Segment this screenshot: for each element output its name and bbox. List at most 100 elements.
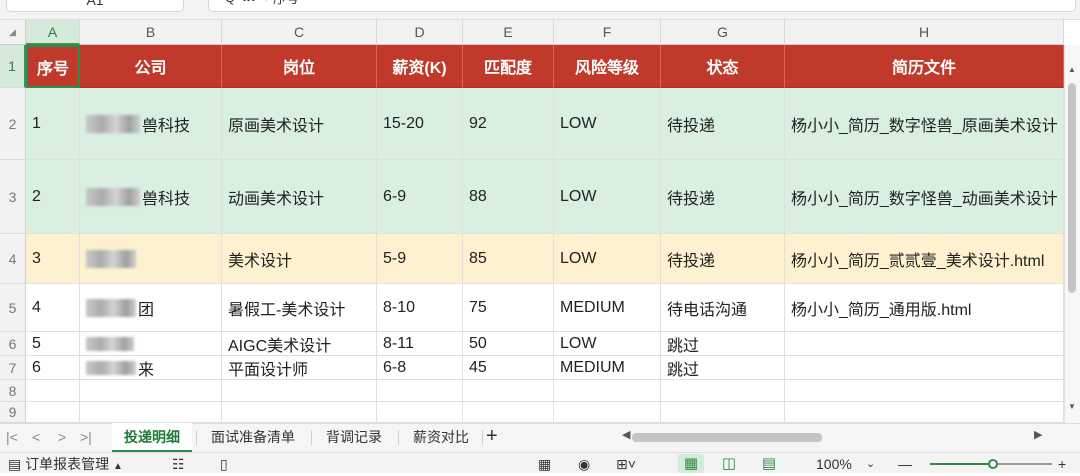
zoom-slider-knob[interactable]	[988, 459, 998, 469]
add-sheet-button[interactable]: +	[486, 425, 498, 448]
column-header-d[interactable]: D	[377, 20, 463, 45]
horizontal-scroll-thumb[interactable]	[632, 433, 822, 442]
table-cell-match[interactable]: 88	[463, 160, 554, 234]
column-header-b[interactable]: B	[80, 20, 222, 45]
table-cell-status[interactable]: 待投递	[661, 234, 785, 284]
table-cell-match[interactable]: 85	[463, 234, 554, 284]
calculator-icon[interactable]: ▦	[538, 455, 551, 473]
tab-面试准备清单[interactable]: 面试准备清单	[200, 423, 306, 452]
table-cell-salary[interactable]: 5-9	[377, 234, 463, 284]
formula-value[interactable]: 序号	[273, 0, 299, 7]
first-sheet-icon[interactable]: |<	[6, 429, 18, 445]
fx-icon[interactable]: fx	[243, 0, 255, 4]
zoom-icon[interactable]: Q	[225, 0, 235, 5]
empty-cell[interactable]	[222, 402, 377, 423]
table-cell-id[interactable]: 5	[26, 332, 80, 356]
table-cell-match[interactable]: 50	[463, 332, 554, 356]
hscroll-right-icon[interactable]: ▶	[1034, 428, 1042, 441]
table-cell-status[interactable]: 待投递	[661, 88, 785, 160]
zoom-out-button[interactable]: —	[898, 455, 912, 473]
column-header-c[interactable]: C	[222, 20, 377, 45]
chevron-down-icon[interactable]: ⌄	[1055, 0, 1065, 3]
table-cell-salary[interactable]: 8-10	[377, 284, 463, 332]
column-header-f[interactable]: F	[554, 20, 661, 45]
scroll-down-icon[interactable]: ▼	[1068, 402, 1076, 411]
table-cell-match[interactable]: 92	[463, 88, 554, 160]
vertical-scroll-thumb[interactable]	[1068, 83, 1076, 293]
tab-投递明细[interactable]: 投递明细	[112, 423, 192, 452]
next-sheet-icon[interactable]: >	[58, 429, 66, 445]
empty-cell[interactable]	[554, 380, 661, 402]
hscroll-left-icon[interactable]: ◀	[622, 428, 630, 441]
table-cell-match[interactable]: 45	[463, 356, 554, 380]
table-cell-resume[interactable]	[785, 332, 1064, 356]
table-cell-company[interactable]: 兽科技	[80, 160, 222, 234]
column-header-h[interactable]: H	[785, 20, 1064, 45]
table-cell-id[interactable]: 1	[26, 88, 80, 160]
table-cell-company[interactable]	[80, 332, 222, 356]
table-cell-position[interactable]: 动画美术设计	[222, 160, 377, 234]
table-cell-risk[interactable]: MEDIUM	[554, 284, 661, 332]
header-cell-match[interactable]: 匹配度	[463, 45, 554, 88]
table-cell-status[interactable]: 跳过	[661, 356, 785, 380]
empty-cell[interactable]	[785, 380, 1064, 402]
row-header-5[interactable]: 5	[0, 284, 26, 332]
header-cell-salary[interactable]: 薪资(K)	[377, 45, 463, 88]
column-header-g[interactable]: G	[661, 20, 785, 45]
empty-cell[interactable]	[785, 402, 1064, 423]
freeze-panes-icon[interactable]: ⊞˅	[616, 455, 636, 473]
empty-cell[interactable]	[463, 380, 554, 402]
page-break-view-button[interactable]: ▤	[756, 454, 782, 473]
prev-sheet-icon[interactable]: <	[32, 429, 40, 445]
empty-cell[interactable]	[222, 380, 377, 402]
tab-背调记录[interactable]: 背调记录	[314, 423, 394, 452]
table-cell-company[interactable]	[80, 234, 222, 284]
table-cell-id[interactable]: 3	[26, 234, 80, 284]
row-header-1[interactable]: 1	[0, 45, 26, 88]
table-cell-risk[interactable]: LOW	[554, 332, 661, 356]
header-cell-company[interactable]: 公司	[80, 45, 222, 88]
table-cell-resume[interactable]: 杨小小_简历_贰贰壹_美术设计.html	[785, 234, 1064, 284]
table-cell-match[interactable]: 75	[463, 284, 554, 332]
table-cell-status[interactable]: 待投递	[661, 160, 785, 234]
table-cell-company[interactable]: 来	[80, 356, 222, 380]
table-cell-salary[interactable]: 6-8	[377, 356, 463, 380]
column-header-e[interactable]: E	[463, 20, 554, 45]
table-cell-position[interactable]: 美术设计	[222, 234, 377, 284]
empty-cell[interactable]	[26, 380, 80, 402]
sidebar-toggle-icon[interactable]: ▯	[220, 455, 228, 473]
formula-input[interactable]: Q fx 序号 ⌄	[208, 0, 1076, 12]
select-all-corner[interactable]: ◢	[0, 20, 26, 45]
table-cell-resume[interactable]	[785, 356, 1064, 380]
header-cell-position[interactable]: 岗位	[222, 45, 377, 88]
row-header-2[interactable]: 2	[0, 88, 26, 160]
header-cell-status[interactable]: 状态	[661, 45, 785, 88]
empty-cell[interactable]	[661, 380, 785, 402]
empty-cell[interactable]	[463, 402, 554, 423]
empty-cell[interactable]	[554, 402, 661, 423]
table-cell-id[interactable]: 4	[26, 284, 80, 332]
macro-icon[interactable]: ☷	[172, 455, 185, 473]
table-cell-risk[interactable]: LOW	[554, 234, 661, 284]
table-cell-salary[interactable]: 15-20	[377, 88, 463, 160]
zoom-chevron-icon[interactable]: ⌄	[866, 455, 875, 473]
table-cell-resume[interactable]: 杨小小_简历_通用版.html	[785, 284, 1064, 332]
column-header-a[interactable]: A	[26, 20, 80, 45]
empty-cell[interactable]	[377, 380, 463, 402]
header-cell-id[interactable]: 序号	[26, 45, 80, 88]
eye-icon[interactable]: ◉	[578, 455, 590, 473]
row-header-8[interactable]: 8	[0, 380, 26, 402]
table-cell-risk[interactable]: LOW	[554, 88, 661, 160]
table-cell-company[interactable]: 团	[80, 284, 222, 332]
row-header-9[interactable]: 9	[0, 402, 26, 423]
table-cell-salary[interactable]: 6-9	[377, 160, 463, 234]
table-cell-company[interactable]: 兽科技	[80, 88, 222, 160]
table-cell-risk[interactable]: LOW	[554, 160, 661, 234]
table-cell-id[interactable]: 6	[26, 356, 80, 380]
table-cell-position[interactable]: 原画美术设计	[222, 88, 377, 160]
row-header-6[interactable]: 6	[0, 332, 26, 356]
empty-cell[interactable]	[26, 402, 80, 423]
empty-cell[interactable]	[80, 380, 222, 402]
last-sheet-icon[interactable]: >|	[80, 429, 92, 445]
table-cell-resume[interactable]: 杨小小_简历_数字怪兽_动画美术设计	[785, 160, 1064, 234]
